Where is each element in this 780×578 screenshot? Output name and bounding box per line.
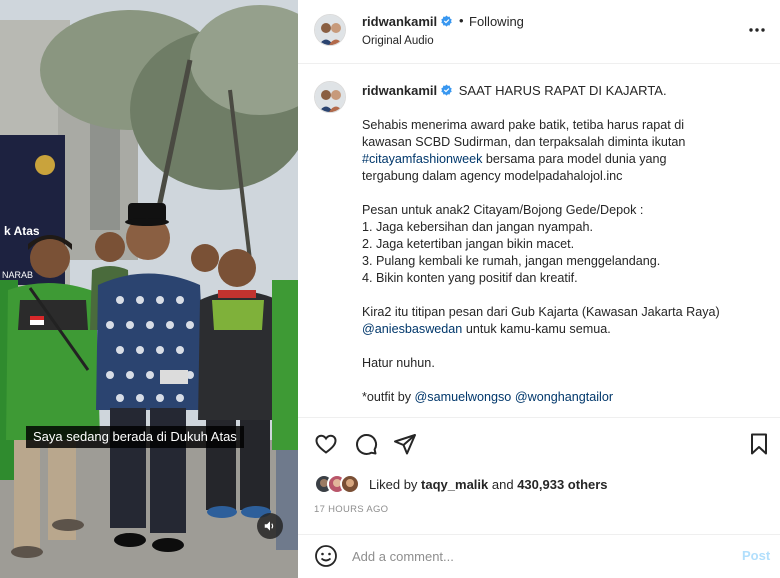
liked-by-text: Liked by taqy_malik and 430,933 others — [369, 477, 608, 492]
caption-heading: ridwankamil SAAT HARUS RAPAT DI KAJARTA. — [362, 83, 762, 98]
caption-outfit-credit: *outfit by @samuelwongso @wonghangtailor — [362, 390, 614, 404]
following-button[interactable]: Following — [469, 14, 524, 29]
caption-closing: Hatur nuhun. — [362, 356, 435, 370]
caption-message-intro: Pesan untuk anak2 Citayam/Bojong Gede/De… — [362, 203, 644, 217]
liker-avatar — [340, 474, 360, 494]
emoji-button[interactable] — [314, 544, 338, 568]
bookmark-icon — [751, 433, 767, 455]
comment-input[interactable] — [352, 545, 712, 567]
verified-badge-icon — [441, 15, 452, 27]
avatar[interactable] — [314, 14, 346, 46]
comment-bar: Post — [298, 534, 780, 578]
caption-area: ridwankamil SAAT HARUS RAPAT DI KAJARTA.… — [298, 65, 780, 417]
mention-link[interactable]: @samuelwongso — [415, 390, 512, 404]
caption-list-item: 1. Jaga kebersihan dan jangan nyampah. — [362, 220, 594, 234]
original-audio-link[interactable]: Original Audio — [362, 35, 434, 47]
post-header: ridwankamil • Following Original Audio — [298, 0, 780, 64]
post-comment-button[interactable]: Post — [742, 548, 770, 563]
comment-icon — [356, 433, 378, 455]
verified-badge-icon — [441, 84, 452, 96]
separator-dot: • — [459, 13, 464, 28]
video-subtitle: Saya sedang berada di Dukuh Atas — [26, 426, 244, 448]
like-button[interactable] — [314, 432, 340, 458]
action-section: Liked by taqy_malik and 430,933 others 1… — [298, 417, 780, 534]
post-panel: ridwankamil • Following Original Audio r… — [298, 0, 780, 578]
speaker-icon — [264, 521, 274, 531]
caption-list-item: 4. Bikin konten yang positif dan kreatif… — [362, 271, 578, 285]
caption-avatar[interactable] — [314, 81, 346, 113]
mute-button[interactable] — [257, 513, 283, 539]
banner-text-1: k Atas — [4, 224, 40, 238]
heart-icon — [315, 434, 337, 454]
save-button[interactable] — [747, 432, 773, 458]
video-frame: k Atas NARAB — [0, 0, 298, 578]
mention-link[interactable]: @wonghangtailor — [515, 390, 613, 404]
caption-title: SAAT HARUS RAPAT DI KAJARTA. — [458, 83, 667, 98]
more-horizontal-icon — [749, 28, 765, 32]
emoji-icon — [315, 545, 337, 567]
share-icon — [394, 434, 416, 455]
mention-link[interactable]: @aniesbaswedan — [362, 322, 462, 336]
caption-paragraph-1: Sehabis menerima award pake batik, tetib… — [362, 118, 686, 183]
caption-list-item: 2. Jaga ketertiban jangan bikin macet. — [362, 237, 575, 251]
reel-video[interactable]: k Atas NARAB Saya sedang berada di Dukuh… — [0, 0, 298, 578]
caption-list-item: 3. Pulang kembali ke rumah, jangan mengg… — [362, 254, 661, 268]
caption-paragraph-3: Kira2 itu titipan pesan dari Gub Kajarta… — [362, 305, 720, 336]
comment-button[interactable] — [354, 432, 380, 458]
banner-text-2: NARAB — [2, 270, 33, 280]
liked-by-username[interactable]: taqy_malik — [421, 477, 488, 492]
caption-username[interactable]: ridwankamil — [362, 83, 453, 98]
caption-body: Sehabis menerima award pake batik, tetib… — [362, 117, 722, 406]
likes-summary[interactable]: Liked by taqy_malik and 430,933 others — [314, 474, 764, 496]
post-timestamp[interactable]: 17 HOURS AGO — [314, 504, 388, 515]
more-options-button[interactable] — [742, 20, 772, 40]
likes-count[interactable]: 430,933 others — [517, 477, 607, 492]
share-button[interactable] — [393, 432, 419, 458]
hashtag-link[interactable]: #citayamfashionweek — [362, 152, 482, 166]
header-username[interactable]: ridwankamil — [362, 14, 453, 29]
